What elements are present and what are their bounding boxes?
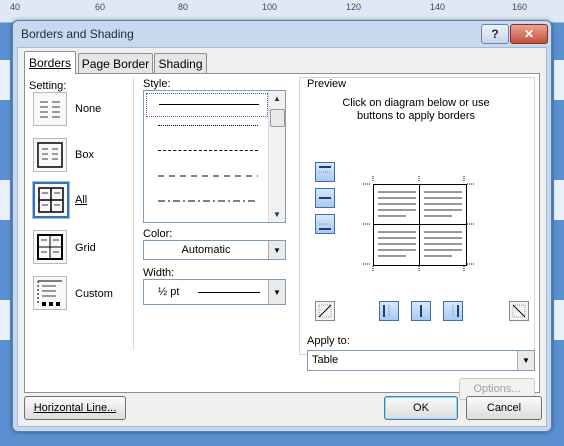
solid-line-sample: [159, 104, 259, 105]
ruler-mark: 100: [262, 2, 278, 12]
tab-shading[interactable]: Shading: [154, 53, 207, 73]
top-border-icon[interactable]: [315, 162, 335, 182]
setting-box-icon[interactable]: [33, 138, 67, 172]
style-heading: Style:: [143, 78, 171, 90]
title-bar[interactable]: Borders and Shading ? ✕: [13, 21, 551, 47]
apply-to-value: Table: [312, 354, 339, 366]
setting-all-icon[interactable]: [33, 182, 69, 218]
borders-tab-panel: Setting: None Box All Grid Custom Style:…: [24, 73, 540, 400]
width-value: ½ pt: [158, 286, 180, 298]
document-background: [0, 180, 10, 220]
setting-none-icon[interactable]: [33, 92, 67, 126]
setting-heading: Setting:: [29, 80, 67, 92]
ruler-mark: 120: [346, 2, 362, 12]
tab-page-border[interactable]: Page Border: [78, 53, 153, 73]
apply-to-dropdown[interactable]: Table ▼: [307, 350, 535, 371]
ok-button[interactable]: OK: [384, 396, 458, 420]
color-dropdown[interactable]: Automatic ▼: [143, 240, 286, 260]
tab-label: Shading: [158, 56, 203, 71]
document-background: [0, 300, 10, 340]
dropdown-arrow-icon[interactable]: ▼: [517, 351, 534, 370]
document-background: [554, 60, 564, 100]
ruler-mark: 40: [10, 2, 21, 12]
style-item-dotted[interactable]: [146, 115, 266, 137]
setting-custom-icon[interactable]: [33, 276, 67, 310]
dialog-client-area: Borders Page Border Shading Setting: Non…: [17, 47, 547, 427]
setting-grid-icon[interactable]: [33, 230, 67, 264]
divider: [133, 78, 134, 350]
right-border-icon[interactable]: [443, 301, 463, 321]
scroll-down-icon[interactable]: ▼: [270, 208, 284, 221]
inside-vertical-border-icon[interactable]: [411, 301, 431, 321]
tab-label: Borders: [28, 56, 72, 70]
ruler-mark: 80: [178, 2, 189, 12]
help-button[interactable]: ?: [481, 24, 509, 44]
style-scrollbar[interactable]: ▲ ▼: [268, 91, 285, 222]
style-item-dash-large[interactable]: [146, 165, 266, 187]
document-background: [554, 180, 564, 220]
color-value: Automatic: [181, 244, 231, 256]
setting-box-label[interactable]: Box: [75, 149, 94, 161]
tab-borders[interactable]: Borders: [24, 51, 76, 74]
ruler-mark: 160: [512, 2, 528, 12]
inside-horizontal-border-icon[interactable]: [315, 188, 335, 208]
preview-heading: Preview: [307, 78, 347, 90]
preview-instructions-1: Click on diagram below or use: [342, 97, 490, 109]
setting-grid-label[interactable]: Grid: [75, 242, 96, 254]
setting-all-text: All: [75, 194, 88, 206]
style-listbox[interactable]: ▲ ▼: [143, 90, 286, 223]
document-background: [0, 60, 10, 100]
width-dropdown[interactable]: ½ pt ▼: [143, 279, 286, 305]
color-heading: Color:: [143, 228, 173, 240]
bottom-border-icon[interactable]: [315, 214, 335, 234]
diagonal-down-border-icon[interactable]: [315, 301, 335, 321]
dashed-line-sample: [158, 150, 258, 151]
diagonal-up-border-icon[interactable]: [509, 301, 529, 321]
cancel-button[interactable]: Cancel: [466, 396, 542, 420]
width-line-sample: [198, 292, 260, 293]
scroll-up-icon[interactable]: ▲: [270, 92, 284, 105]
dotted-line-sample: [158, 125, 258, 126]
style-item-dash-dot[interactable]: [146, 190, 266, 212]
scroll-thumb[interactable]: [270, 109, 285, 127]
document-background: [554, 300, 564, 340]
style-item-dash-small[interactable]: [146, 140, 266, 162]
borders-shading-dialog: Borders and Shading ? ✕ Borders Page Bor…: [12, 20, 552, 432]
ruler-mark: 60: [95, 2, 106, 12]
setting-none-label[interactable]: None: [75, 103, 101, 115]
tab-label: Page Border: [81, 56, 150, 71]
setting-all-label[interactable]: All: [75, 194, 87, 206]
dropdown-arrow-icon[interactable]: ▼: [268, 241, 285, 259]
style-item-solid[interactable]: [146, 93, 268, 117]
dropdown-arrow-icon[interactable]: ▼: [268, 280, 285, 304]
ruler-mark: 140: [430, 2, 446, 12]
setting-custom-label[interactable]: Custom: [75, 288, 113, 300]
apply-to-heading: Apply to:: [307, 335, 350, 347]
left-border-icon[interactable]: [379, 301, 399, 321]
preview-instructions-2: buttons to apply borders: [356, 110, 476, 122]
diagram-corner-marks: [363, 176, 475, 272]
horizontal-line-label: Horizontal Line...: [33, 402, 117, 414]
close-button[interactable]: ✕: [510, 24, 548, 44]
dialog-title: Borders and Shading: [21, 27, 134, 41]
horizontal-line-button[interactable]: Horizontal Line...: [24, 396, 126, 420]
width-heading: Width:: [143, 267, 175, 279]
